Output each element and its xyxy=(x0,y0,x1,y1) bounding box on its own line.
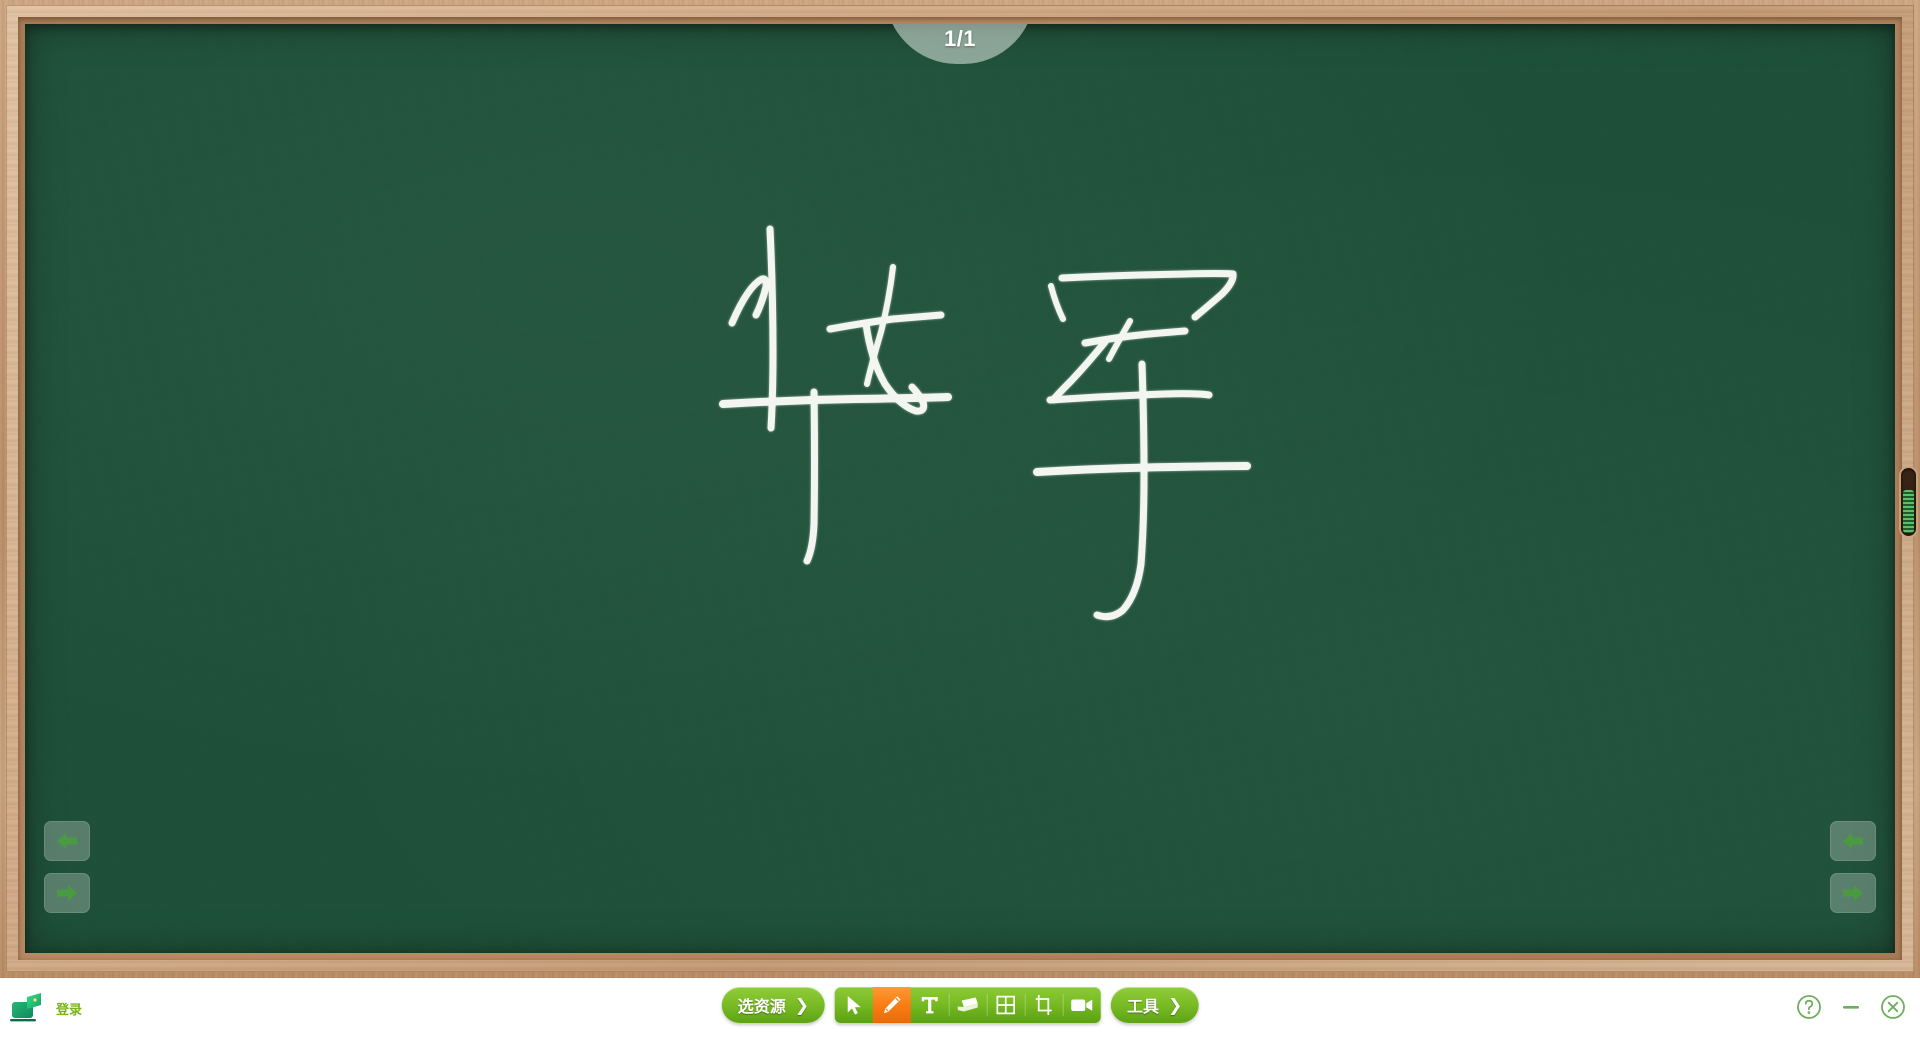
select-resource-button[interactable]: 选资源 ❯ xyxy=(721,987,825,1023)
text-t-icon xyxy=(922,997,938,1014)
tool-strip xyxy=(835,987,1101,1023)
pencil-icon xyxy=(884,996,901,1014)
close-button[interactable] xyxy=(1880,994,1906,1020)
video-camera-icon xyxy=(1071,999,1093,1011)
minimize-button[interactable] xyxy=(1838,994,1864,1020)
nav-next-left-button[interactable] xyxy=(44,873,90,913)
text-tool[interactable] xyxy=(911,987,949,1023)
chalk-handwriting xyxy=(719,225,1251,621)
slider-grip xyxy=(1903,490,1914,533)
right-navigation-arrows xyxy=(1830,821,1876,913)
close-icon xyxy=(1881,995,1905,1019)
window-controls xyxy=(1796,994,1906,1020)
cursor-arrow-icon xyxy=(847,996,861,1015)
eraser-icon xyxy=(958,997,978,1012)
center-toolbar: 选资源 ❯ 工具 ❯ xyxy=(721,987,1199,1023)
login-label: 登录 xyxy=(56,1001,83,1017)
laptop-screen-icon xyxy=(8,988,48,1028)
minimize-icon xyxy=(1843,1006,1859,1009)
chalkboard-canvas[interactable]: 1/1 xyxy=(25,24,1895,953)
help-button[interactable] xyxy=(1796,994,1822,1020)
tools-button[interactable]: 工具 ❯ xyxy=(1111,987,1199,1023)
crop-icon xyxy=(1036,995,1052,1015)
chevron-right-icon: ❯ xyxy=(794,995,809,1015)
application-window: 1/1 登录 选资源 ❯ 工具 ❯ xyxy=(0,0,1920,1040)
nav-prev-right-button[interactable] xyxy=(1830,821,1876,861)
blackboard-frame: 1/1 xyxy=(0,0,1920,978)
eraser-tool[interactable] xyxy=(949,987,987,1023)
grid-table-icon xyxy=(996,995,1016,1015)
vertical-slider[interactable] xyxy=(1901,468,1916,536)
tools-label: 工具 xyxy=(1127,997,1160,1016)
login-button[interactable]: 登录 xyxy=(8,988,82,1028)
pen-tool[interactable] xyxy=(873,987,911,1023)
arrow-right-icon xyxy=(1843,885,1863,901)
crop-tool[interactable] xyxy=(1025,987,1063,1023)
chevron-right-icon: ❯ xyxy=(1168,995,1183,1015)
left-navigation-arrows xyxy=(44,821,90,913)
cursor-tool[interactable] xyxy=(835,987,873,1023)
nav-prev-left-button[interactable] xyxy=(44,821,90,861)
help-circle-icon xyxy=(1797,995,1821,1019)
select-resource-label: 选资源 xyxy=(737,997,786,1016)
record-tool[interactable] xyxy=(1063,987,1101,1023)
arrow-left-icon xyxy=(57,833,77,849)
arrow-right-icon xyxy=(57,885,77,901)
grid-tool[interactable] xyxy=(987,987,1025,1023)
bottom-toolbar: 登录 选资源 ❯ 工具 ❯ xyxy=(0,978,1920,1040)
nav-next-right-button[interactable] xyxy=(1830,873,1876,913)
arrow-left-icon xyxy=(1843,833,1863,849)
